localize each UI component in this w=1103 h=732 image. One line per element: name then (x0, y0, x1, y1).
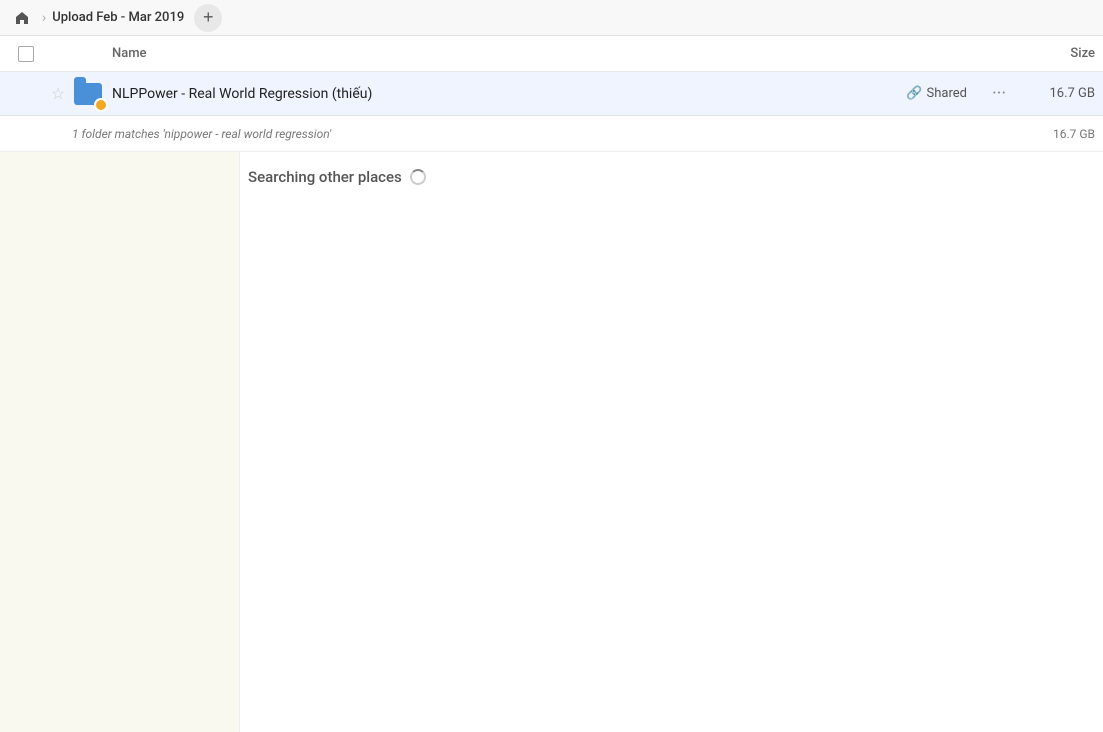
file-row[interactable]: ☆ NLPPower - Real World Regression (thiế… (0, 72, 1103, 116)
select-all-checkbox[interactable] (18, 46, 34, 62)
match-info-text: 1 folder matches 'nippower - real world … (72, 127, 1015, 141)
link-icon: 🔗 (906, 86, 922, 101)
column-headers: Name Size (0, 36, 1103, 72)
more-options-button[interactable]: ··· (983, 83, 1015, 104)
shared-label: Shared (927, 86, 967, 101)
searching-label: Searching other places (248, 168, 402, 186)
searching-section: Searching other places (240, 152, 1103, 194)
breadcrumb-separator: › (42, 10, 46, 26)
match-info-row: 1 folder matches 'nippower - real world … (0, 116, 1103, 152)
shared-overlay (94, 98, 108, 112)
size-column-header: Size (995, 46, 1095, 61)
breadcrumb-label: Upload Feb - Mar 2019 (52, 10, 184, 25)
content-area: Searching other places (0, 152, 1103, 732)
folder-icon-container (72, 78, 104, 110)
home-button[interactable] (8, 4, 36, 32)
file-size: 16.7 GB (1015, 86, 1095, 101)
add-button[interactable]: + (194, 4, 222, 32)
loading-spinner (410, 169, 426, 185)
match-info-size: 16.7 GB (1015, 127, 1095, 141)
star-icon[interactable]: ☆ (44, 84, 72, 103)
left-panel (0, 152, 240, 732)
file-name: NLPPower - Real World Regression (thiếu) (112, 86, 906, 102)
header-checkbox-col (8, 46, 44, 62)
shared-label-container: 🔗 Shared (906, 86, 967, 101)
right-panel: Searching other places (240, 152, 1103, 732)
name-column-header: Name (112, 46, 995, 61)
shared-dot (96, 100, 106, 110)
header-bar: › Upload Feb - Mar 2019 + (0, 0, 1103, 36)
